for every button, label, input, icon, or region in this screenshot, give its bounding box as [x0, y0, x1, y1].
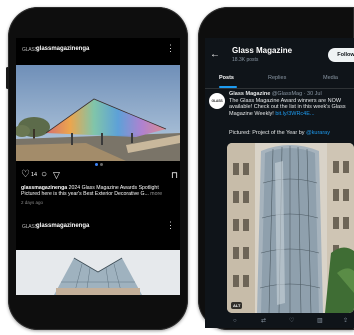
post-header: GLASS glassmagazinenga ⋮ — [16, 38, 180, 64]
post-header-2: GLASS glassmagazinenga ⋮ — [16, 215, 180, 241]
twitter-phone: ← Glass Magazine 18.3K posts Follow Post… — [198, 7, 354, 330]
pictured-text: Pictured: Project of the Year by — [229, 130, 305, 136]
tab-posts[interactable]: Posts — [219, 75, 234, 81]
post-count: 18.3K posts — [232, 57, 259, 63]
profile-tabs: Posts Replies Media — [205, 72, 354, 89]
views-icon[interactable]: ▥ — [317, 317, 323, 325]
profile-title: Glass Magazine — [232, 46, 293, 55]
tab-media[interactable]: Media — [323, 75, 338, 81]
post-caption: glassmagazinenga 2024 Glass Magazine Awa… — [21, 185, 179, 197]
phone-side-button — [6, 67, 9, 89]
pictured-mention-link[interactable]: @kuraray — [306, 130, 330, 136]
avatar[interactable]: GLASS — [209, 93, 225, 109]
tweet-body: Glass Magazine @GlassMag · 30 Jul The Gl… — [229, 91, 354, 117]
post-actions: ♡ 14 ○ ▽ ⊓ — [21, 163, 178, 181]
caption-more-link[interactable]: more — [150, 191, 162, 197]
like-count: 14 — [31, 172, 38, 178]
instagram-screen: GLASS glassmagazinenga ⋮ ♡ 14 ○ ▽ ⊓ glas… — [16, 38, 180, 295]
twitter-screen: ← Glass Magazine 18.3K posts Follow Post… — [205, 38, 354, 328]
instagram-phone: GLASS glassmagazinenga ⋮ ♡ 14 ○ ▽ ⊓ glas… — [6, 7, 188, 330]
post-photo-2[interactable] — [16, 250, 180, 295]
post-date: 2 days ago — [21, 200, 44, 205]
tweet-link[interactable]: bit.ly/3WRc4E... — [275, 111, 314, 117]
tweet-pictured-line: Pictured: Project of the Year by @kurara… — [229, 130, 330, 136]
comment-icon[interactable]: ○ — [41, 169, 47, 181]
tweet-photo[interactable] — [227, 143, 354, 313]
tweet-author-name[interactable]: Glass Magazine — [229, 91, 270, 97]
more-options-icon[interactable]: ⋮ — [166, 43, 175, 54]
post-username[interactable]: glassmagazinenga — [36, 223, 89, 229]
alt-text-badge[interactable]: ALT — [231, 302, 243, 309]
carousel-dot-active — [95, 163, 98, 166]
post-username[interactable]: glassmagazinenga — [36, 46, 89, 52]
tab-replies[interactable]: Replies — [268, 75, 286, 81]
carousel-dot — [100, 163, 103, 166]
share-icon[interactable]: ⇪ — [343, 317, 348, 325]
profile-header: ← Glass Magazine 18.3K posts Follow Post… — [205, 38, 354, 89]
heart-icon[interactable]: ♡ — [21, 169, 30, 181]
post-photo[interactable] — [16, 65, 180, 161]
more-options-icon[interactable]: ⋮ — [166, 220, 175, 231]
tweet-actions: ○ ⇄ ♡ ▥ ⇪ — [233, 317, 353, 325]
retweet-icon[interactable]: ⇄ — [261, 317, 266, 325]
share-icon[interactable]: ▽ — [53, 169, 60, 181]
active-tab-indicator — [219, 86, 237, 88]
like-icon[interactable]: ♡ — [289, 317, 294, 325]
phone-bottom-bezel — [8, 304, 188, 330]
back-arrow-icon[interactable]: ← — [210, 49, 220, 60]
tweet-handle-date: @GlassMag · 30 Jul — [271, 91, 322, 97]
follow-button[interactable]: Follow — [328, 48, 354, 62]
reply-icon[interactable]: ○ — [233, 317, 237, 325]
bookmark-icon[interactable]: ⊓ — [171, 169, 178, 181]
